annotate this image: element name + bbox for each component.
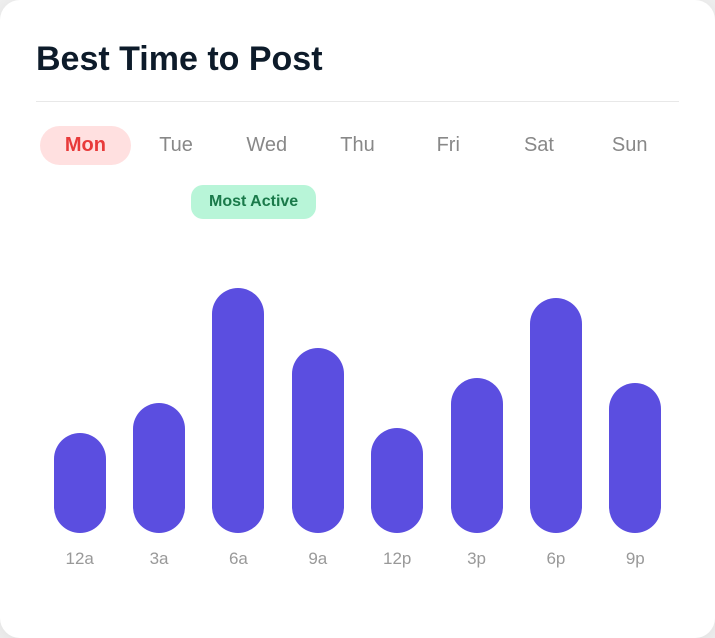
bar-wrapper — [516, 241, 595, 533]
page-title: Best Time to Post — [36, 40, 679, 79]
time-label-12p: 12p — [358, 549, 437, 569]
bar-wrapper — [199, 241, 278, 533]
bar-wrapper — [437, 241, 516, 533]
time-label-9a: 9a — [278, 549, 357, 569]
time-label-6a: 6a — [199, 549, 278, 569]
chart-area: Most Active 12a3a6a9a12p3p6p9p — [36, 193, 679, 602]
bar-wrapper — [358, 241, 437, 533]
day-fri[interactable]: Fri — [403, 126, 494, 165]
bar-6a — [212, 288, 264, 533]
bar-9p — [609, 383, 661, 533]
divider — [36, 101, 679, 102]
time-label-12a: 12a — [40, 549, 119, 569]
time-label-3a: 3a — [119, 549, 198, 569]
bar-9a — [292, 348, 344, 533]
day-mon[interactable]: Mon — [40, 126, 131, 165]
bar-12p — [371, 428, 423, 533]
day-thu[interactable]: Thu — [312, 126, 403, 165]
days-row: MonTueWedThuFriSatSun — [36, 126, 679, 165]
bars-container — [36, 193, 679, 533]
time-label-9p: 9p — [596, 549, 675, 569]
day-tue[interactable]: Tue — [131, 126, 222, 165]
bar-wrapper — [119, 241, 198, 533]
time-labels: 12a3a6a9a12p3p6p9p — [36, 533, 679, 569]
bar-6p — [530, 298, 582, 533]
time-label-6p: 6p — [516, 549, 595, 569]
time-label-3p: 3p — [437, 549, 516, 569]
bar-wrapper — [596, 241, 675, 533]
bar-12a — [54, 433, 106, 533]
best-time-card: Best Time to Post MonTueWedThuFriSatSun … — [0, 0, 715, 638]
day-sat[interactable]: Sat — [494, 126, 585, 165]
day-wed[interactable]: Wed — [221, 126, 312, 165]
most-active-badge: Most Active — [191, 185, 316, 219]
bar-3a — [133, 403, 185, 533]
bar-wrapper — [278, 241, 357, 533]
bar-wrapper — [40, 241, 119, 533]
bar-3p — [451, 378, 503, 533]
day-sun[interactable]: Sun — [584, 126, 675, 165]
